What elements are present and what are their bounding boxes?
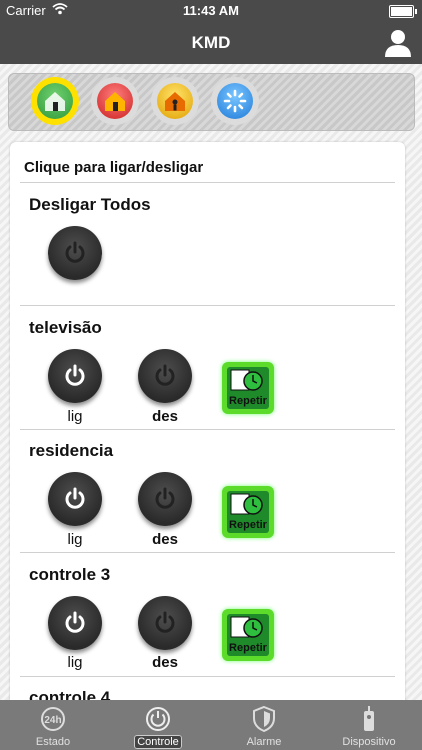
repeat-label: Repetir xyxy=(229,519,267,531)
power-icon xyxy=(155,611,175,633)
device-title: controle 3 xyxy=(29,565,111,584)
tab-alarme[interactable]: Alarme xyxy=(211,700,317,750)
tab-estado[interactable]: 24h Estado xyxy=(0,700,106,750)
power-icon xyxy=(65,241,85,263)
off-label: des xyxy=(152,408,178,425)
divider xyxy=(20,552,395,553)
control-card: Clique para ligar/desligar Desligar Todo… xyxy=(10,142,405,712)
svg-text:24h: 24h xyxy=(44,715,61,726)
user-icon[interactable] xyxy=(384,28,412,58)
repeat-label: Repetir xyxy=(229,642,267,654)
on-label: lig xyxy=(67,531,83,548)
device-on-button[interactable] xyxy=(48,472,102,526)
tab-controle[interactable]: Controle xyxy=(105,700,211,750)
power-icon xyxy=(155,364,175,386)
on-label: lig xyxy=(67,408,83,425)
device-on-button[interactable] xyxy=(48,596,102,650)
remote-icon xyxy=(364,706,374,731)
mode-button-loading[interactable] xyxy=(211,77,259,125)
repeat-schedule-button[interactable]: Repetir xyxy=(222,362,274,414)
nav-bar: KMD xyxy=(0,22,422,64)
tab-bar: 24h Estado Controle Alarme Dispositivo xyxy=(0,700,422,750)
house-walk-in-icon xyxy=(37,83,73,119)
mode-button-arrive[interactable] xyxy=(31,77,79,125)
power-icon xyxy=(155,487,175,509)
device-title: televisão xyxy=(29,318,102,337)
tab-label: Estado xyxy=(35,736,71,748)
card-header: Clique para ligar/desligar xyxy=(24,159,204,176)
all-off-title: Desligar Todos xyxy=(29,195,151,214)
battery-icon xyxy=(389,5,417,18)
all-off-button[interactable] xyxy=(48,226,102,280)
device-off-button[interactable] xyxy=(138,349,192,403)
house-person-icon xyxy=(157,83,193,119)
repeat-schedule-button[interactable]: Repetir xyxy=(222,486,274,538)
device-off-button[interactable] xyxy=(138,472,192,526)
tab-dispositivo[interactable]: Dispositivo xyxy=(316,700,422,750)
status-bar: Carrier 11:43 AM xyxy=(0,0,422,22)
power-icon xyxy=(146,707,170,731)
repeat-label: Repetir xyxy=(229,395,267,407)
tab-label: Alarme xyxy=(246,736,282,748)
mode-toolbar xyxy=(8,73,415,131)
clock-24h-icon: 24h xyxy=(41,707,65,731)
device-on-button[interactable] xyxy=(48,349,102,403)
on-label: lig xyxy=(67,654,83,671)
app-title: KMD xyxy=(191,33,231,52)
divider xyxy=(20,305,395,306)
divider xyxy=(20,182,395,183)
device-title: residencia xyxy=(29,441,114,460)
shield-icon xyxy=(253,705,275,733)
mode-button-leave[interactable] xyxy=(91,77,139,125)
tab-label: Controle xyxy=(134,735,182,749)
off-label: des xyxy=(152,531,178,548)
divider xyxy=(20,429,395,430)
mode-button-home[interactable] xyxy=(151,77,199,125)
divider xyxy=(20,676,395,677)
house-walk-out-icon xyxy=(97,83,133,119)
spinner-icon xyxy=(217,83,253,119)
tab-label: Dispositivo xyxy=(342,736,396,748)
repeat-schedule-button[interactable]: Repetir xyxy=(222,609,274,661)
power-icon xyxy=(65,364,85,386)
power-icon xyxy=(65,487,85,509)
device-off-button[interactable] xyxy=(138,596,192,650)
power-icon xyxy=(65,611,85,633)
off-label: des xyxy=(152,654,178,671)
clock: 11:43 AM xyxy=(183,3,239,18)
